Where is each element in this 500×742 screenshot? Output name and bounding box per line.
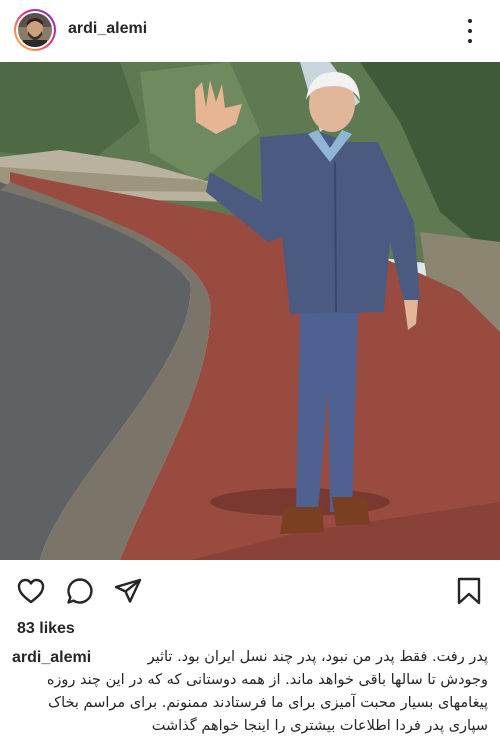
- comment-icon[interactable]: [65, 576, 95, 606]
- likes-count[interactable]: 83 likes: [17, 620, 75, 638]
- post-caption: ardi_alemi پدر رفت. فقط پدر من نبود، پدر…: [12, 646, 488, 738]
- post-header: ardi_alemi: [0, 0, 500, 62]
- action-bar: [0, 568, 500, 612]
- share-icon[interactable]: [113, 576, 143, 606]
- caption-username[interactable]: ardi_alemi: [12, 646, 91, 669]
- story-ring[interactable]: [14, 9, 56, 51]
- post-photo[interactable]: [0, 62, 500, 560]
- more-options-icon[interactable]: [460, 19, 480, 43]
- avatar[interactable]: [18, 13, 52, 47]
- caption-text: پدر رفت. فقط پدر من نبود، پدر چند نسل ای…: [46, 649, 488, 734]
- bookmark-icon[interactable]: [454, 576, 484, 606]
- post-username[interactable]: ardi_alemi: [68, 20, 147, 38]
- heart-icon[interactable]: [16, 576, 46, 606]
